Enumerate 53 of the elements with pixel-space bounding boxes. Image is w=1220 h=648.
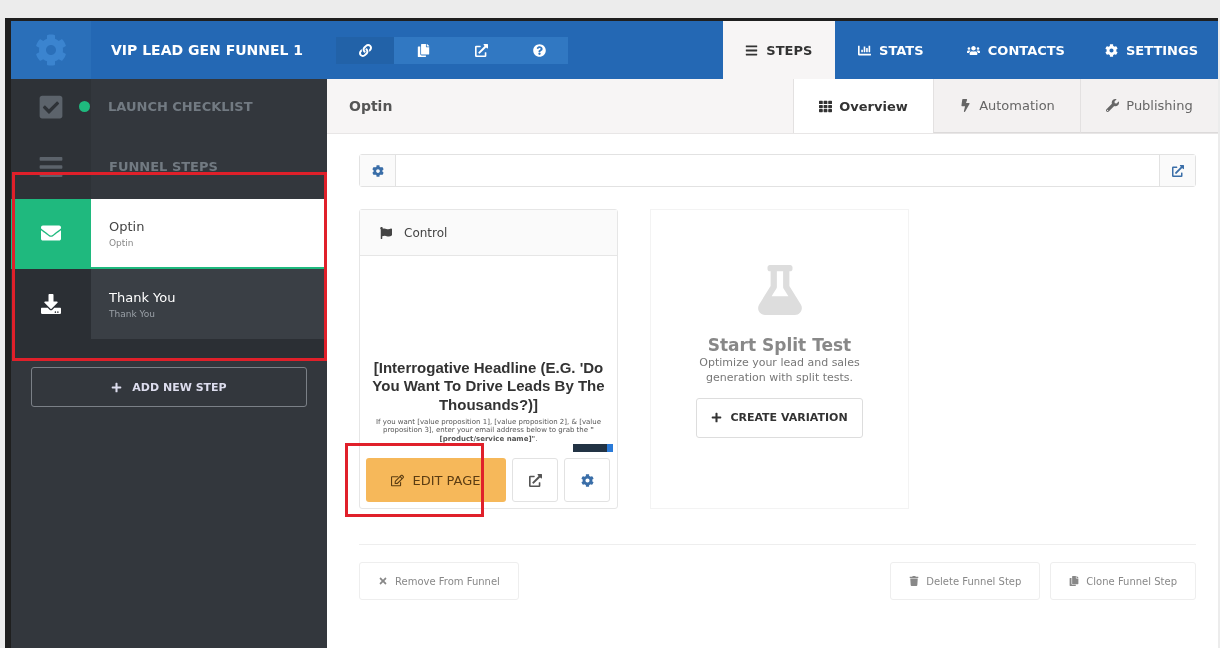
url-field[interactable] — [359, 154, 1196, 187]
step-title: Optin — [348, 97, 394, 116]
create-variation-button[interactable]: CREATE VARIATION — [696, 397, 863, 438]
grid-icon — [819, 99, 833, 113]
nav-tab[interactable]: CONTACTS — [946, 21, 1085, 79]
preview-badge — [573, 444, 613, 452]
sub-tab[interactable]: Automation — [933, 79, 1080, 133]
users-icon — [966, 43, 980, 57]
add-step-button[interactable]: ADD NEW STEP — [31, 367, 307, 407]
external-link-icon — [528, 473, 542, 487]
open-link-button[interactable] — [1159, 155, 1195, 186]
link-icon — [358, 43, 372, 57]
settings-button[interactable] — [360, 155, 396, 186]
clone-button[interactable]: Clone Funnel Step — [1050, 562, 1196, 600]
flag-icon — [380, 226, 392, 239]
bar-chart-icon — [858, 43, 872, 57]
external-link-icon — [474, 43, 488, 57]
settings-icon — [1104, 43, 1118, 57]
split-test-text: Optimize your lead and sales generation with split tests. — [698, 355, 861, 386]
settings-icon — [580, 473, 594, 487]
nav-tab[interactable]: SETTINGS — [1084, 21, 1218, 79]
nav-tab[interactable]: STATS — [834, 21, 947, 79]
sub-tab[interactable]: Publishing — [1080, 79, 1218, 133]
preview-headline: [Interrogative Headline (E.G. 'Do You Want To Drive Leads By The Thousands?)] — [371, 358, 606, 415]
close-icon — [378, 576, 388, 586]
help-icon — [532, 43, 546, 57]
wrench-icon — [1106, 99, 1120, 112]
envelope-icon — [41, 223, 61, 243]
copy-icon — [1069, 576, 1080, 586]
sub-tab[interactable]: Overview — [793, 79, 933, 133]
edit-icon — [391, 473, 405, 487]
funnel-step[interactable]: Optin Optin — [91, 199, 327, 267]
nav-tab[interactable]: STEPS — [722, 21, 835, 79]
copy-icon — [416, 43, 430, 57]
plus-icon — [111, 381, 123, 393]
section-heading: FUNNEL STEPS — [108, 159, 218, 174]
trash-icon — [909, 576, 920, 586]
funnel-step[interactable]: Thank You Thank You — [91, 269, 327, 339]
edit-page-button[interactable]: EDIT PAGE — [366, 458, 506, 502]
checkbox-icon — [38, 93, 64, 120]
open-page-button[interactable] — [512, 458, 558, 502]
external-link-icon — [1171, 164, 1184, 177]
card-title: Control — [404, 225, 448, 240]
plus-icon — [711, 412, 723, 424]
download-icon — [41, 294, 61, 314]
remove-button[interactable]: Remove From Funnel — [359, 562, 519, 600]
split-test-title: Start Split Test — [707, 335, 852, 355]
toolbar-button[interactable] — [336, 36, 394, 64]
delete-button[interactable]: Delete Funnel Step — [890, 562, 1041, 600]
menu-icon — [745, 43, 759, 57]
settings-icon — [371, 164, 384, 177]
funnel-title: VIP LEAD GEN FUNNEL 1 — [110, 41, 305, 60]
settings-button[interactable] — [564, 458, 610, 502]
